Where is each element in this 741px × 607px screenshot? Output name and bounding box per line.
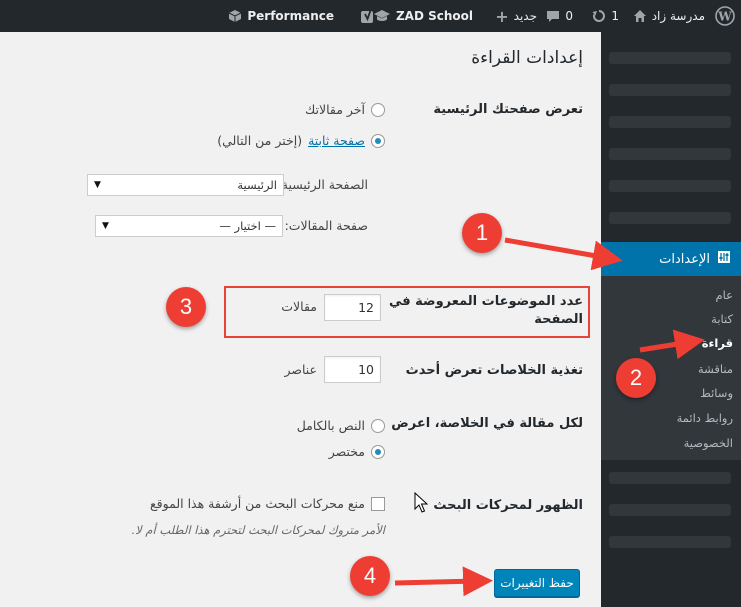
arrow-to-reading: [639, 329, 705, 360]
callout-1: 1: [462, 213, 502, 253]
annotation-arrows: [394, 237, 705, 597]
arrow-to-save: [394, 566, 493, 597]
arrow-to-settings: [504, 237, 623, 271]
callout-3: 3: [166, 287, 206, 327]
callout-4: 4: [350, 556, 390, 596]
callout-2: 2: [616, 358, 656, 398]
mouse-cursor-icon: [414, 492, 428, 513]
